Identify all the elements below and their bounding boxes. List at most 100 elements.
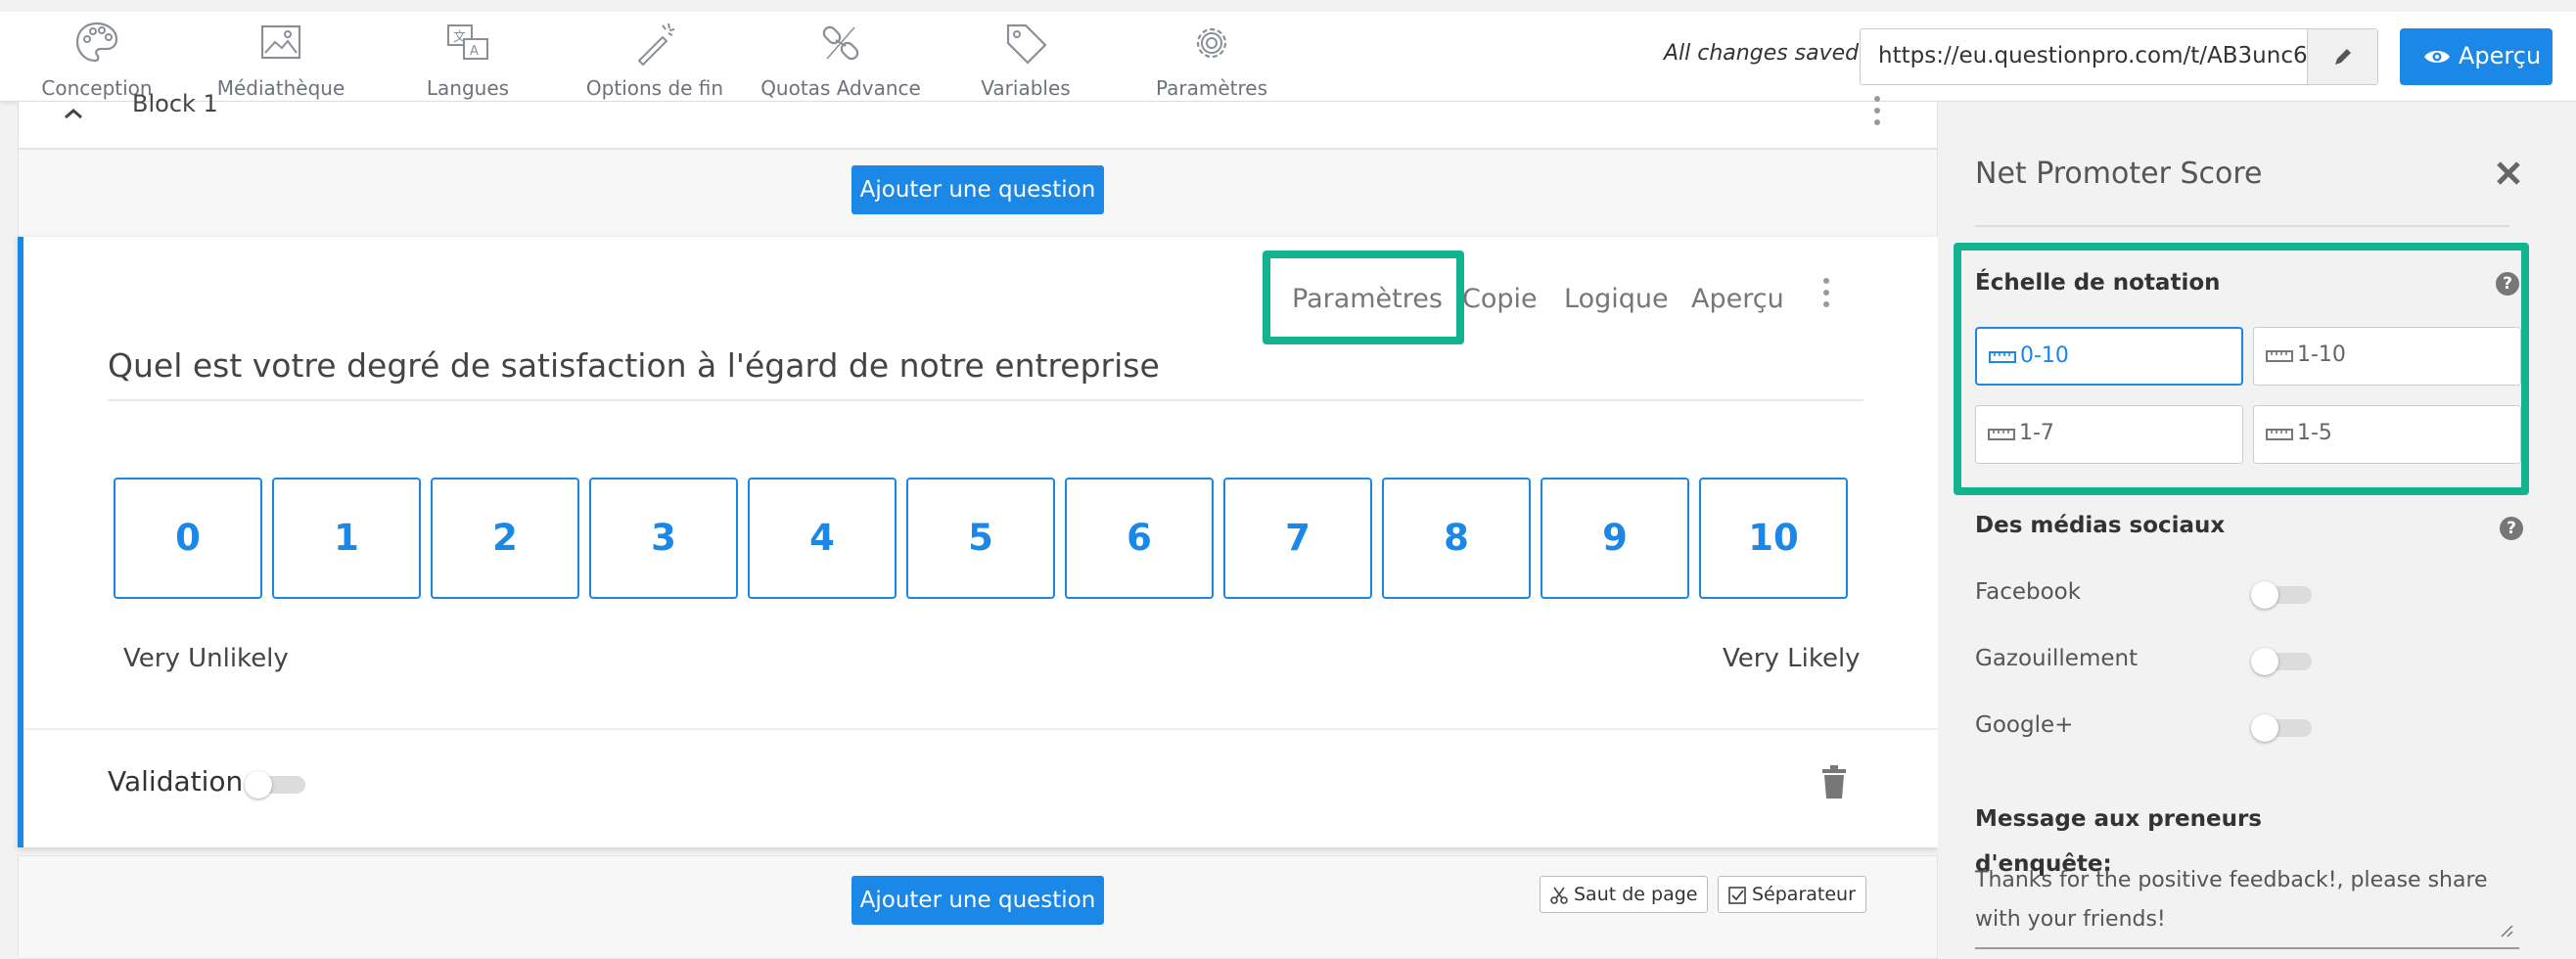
add-question-row: Ajouter une question — [18, 149, 1938, 239]
toggle-knob — [245, 771, 272, 799]
scale-option[interactable]: 8 — [1382, 478, 1531, 599]
checkbox-icon — [1728, 887, 1746, 904]
add-question-row-bottom: Ajouter une question Saut de page Sépara… — [18, 855, 1938, 959]
gear-icon — [1196, 27, 1227, 59]
toggle-knob — [2251, 581, 2278, 609]
panel-divider — [1975, 225, 2509, 227]
tag-icon — [1006, 23, 1047, 65]
low-anchor-label[interactable]: Very Unlikely — [123, 644, 289, 673]
toolbar-item-langues[interactable]: 文 A Langues — [375, 16, 561, 100]
close-icon[interactable] — [2494, 159, 2523, 188]
scale-option[interactable]: 9 — [1541, 478, 1689, 599]
scale-option[interactable]: 3 — [589, 478, 738, 599]
toolbar-item-label: Variables — [981, 76, 1071, 100]
toolbar-item-mediatheque[interactable]: Médiathèque — [188, 16, 374, 100]
separator-label: Séparateur — [1752, 884, 1856, 905]
page-break-label: Saut de page — [1574, 884, 1698, 905]
respondent-message-textarea[interactable]: Thanks for the positive feedback!, pleas… — [1975, 861, 2519, 949]
save-status: All changes saved — [1664, 41, 1860, 66]
toolbar-item-conception[interactable]: Conception — [4, 16, 190, 100]
social-googleplus-label: Google+ — [1975, 712, 2074, 738]
scale-option[interactable]: 10 — [1699, 478, 1848, 599]
social-facebook-label: Facebook — [1975, 579, 2082, 605]
separator-button[interactable]: Séparateur — [1718, 876, 1866, 913]
top-toolbar: Conception Médiathèque 文 A Langues Optio… — [0, 12, 2576, 102]
question-action-apercu[interactable]: Aperçu — [1691, 284, 1784, 314]
rating-scale-label: Échelle de notation — [1975, 270, 2221, 296]
rating-option-0-10[interactable]: 0-10 — [1975, 327, 2243, 386]
chevron-up-icon[interactable] — [60, 104, 87, 123]
ruler-icon — [1989, 351, 2016, 363]
translate-icon: 文 A — [447, 24, 488, 60]
help-icon[interactable]: ? — [2500, 517, 2523, 540]
svg-text:文: 文 — [453, 30, 466, 45]
palette-icon — [75, 22, 118, 63]
add-question-button[interactable]: Ajouter une question — [851, 876, 1104, 925]
question-title[interactable]: Quel est votre degré de satisfaction à l… — [108, 346, 1160, 385]
toolbar-item-label: Paramètres — [1155, 76, 1268, 100]
preview-button-label: Aperçu — [2459, 42, 2542, 69]
link-chain-icon — [822, 25, 859, 61]
trash-icon[interactable] — [1820, 765, 1848, 799]
facebook-toggle[interactable] — [2251, 581, 2314, 609]
question-action-copie[interactable]: Copie — [1462, 284, 1538, 314]
ruler-icon — [2266, 429, 2293, 440]
rating-option-1-10[interactable]: 1-10 — [2253, 327, 2521, 386]
block-menu-icon[interactable] — [1872, 96, 1882, 129]
toolbar-item-variables[interactable]: Variables — [933, 16, 1119, 100]
rating-option-1-7[interactable]: 1-7 — [1975, 405, 2243, 464]
magic-wand-icon — [637, 23, 675, 67]
svg-text:A: A — [470, 44, 479, 59]
block-title: Block 1 — [132, 90, 218, 117]
toolbar-item-options-de-fin[interactable]: Options de fin — [562, 16, 748, 100]
pencil-icon — [2335, 49, 2351, 65]
ruler-icon — [2266, 350, 2293, 362]
scale-option[interactable]: 4 — [748, 478, 897, 599]
toolbar-item-label: Langues — [426, 76, 510, 100]
scale-option[interactable]: 0 — [114, 478, 262, 599]
scissors-icon — [1550, 887, 1568, 904]
question-title-underline — [108, 399, 1863, 401]
eye-icon — [2424, 51, 2450, 63]
question-action-parametres[interactable]: Paramètres — [1292, 284, 1443, 314]
rating-option-1-5[interactable]: 1-5 — [2253, 405, 2521, 464]
toolbar-item-quotas-advance[interactable]: Quotas Advance — [748, 16, 934, 100]
scale-option[interactable]: 1 — [272, 478, 421, 599]
scale-option[interactable]: 7 — [1223, 478, 1372, 599]
survey-url-text: https://eu.questionpro.com/t/AB3unc6Z — [1878, 43, 2309, 68]
validation-toggle[interactable] — [245, 771, 307, 799]
block-header: Block 1 — [18, 90, 1938, 149]
edit-url-button[interactable] — [2307, 29, 2377, 84]
preview-button[interactable]: Aperçu — [2400, 28, 2553, 85]
validation-label: Validation — [108, 765, 244, 798]
toolbar-item-parametres[interactable]: Paramètres — [1119, 16, 1305, 100]
scale-option[interactable]: 5 — [906, 478, 1055, 599]
question-action-logique[interactable]: Logique — [1564, 284, 1669, 314]
question-divider — [23, 728, 1938, 730]
rating-option-label: 1-7 — [2019, 421, 2054, 445]
help-icon[interactable]: ? — [2496, 272, 2519, 296]
add-question-button[interactable]: Ajouter une question — [851, 165, 1104, 214]
ruler-icon — [1988, 429, 2015, 440]
toolbar-item-label: Quotas Advance — [760, 76, 921, 100]
rating-option-label: 0-10 — [2020, 343, 2069, 368]
panel-title: Net Promoter Score — [1975, 157, 2263, 191]
page-break-button[interactable]: Saut de page — [1540, 876, 1709, 913]
scale-option[interactable]: 6 — [1065, 478, 1214, 599]
googleplus-toggle[interactable] — [2251, 714, 2314, 742]
toggle-knob — [2251, 714, 2278, 742]
scale-option[interactable]: 2 — [431, 478, 579, 599]
social-media-label: Des médias sociaux — [1975, 513, 2226, 538]
question-menu-icon[interactable] — [1821, 278, 1831, 311]
rating-option-label: 1-5 — [2297, 421, 2332, 445]
gazouillement-toggle[interactable] — [2251, 648, 2314, 675]
social-gazouillement-label: Gazouillement — [1975, 646, 2139, 671]
survey-url-field[interactable]: https://eu.questionpro.com/t/AB3unc6Z — [1860, 28, 2378, 85]
survey-canvas: Block 1 Ajouter une question Paramètres … — [18, 90, 1938, 959]
question-card: Paramètres Copie Logique Aperçu Quel est… — [18, 237, 1938, 847]
high-anchor-label[interactable]: Very Likely — [1723, 644, 1861, 673]
image-icon — [260, 24, 301, 60]
toggle-knob — [2251, 648, 2278, 675]
toolbar-item-label: Options de fin — [585, 76, 724, 100]
resize-handle-icon[interactable] — [2498, 922, 2513, 937]
